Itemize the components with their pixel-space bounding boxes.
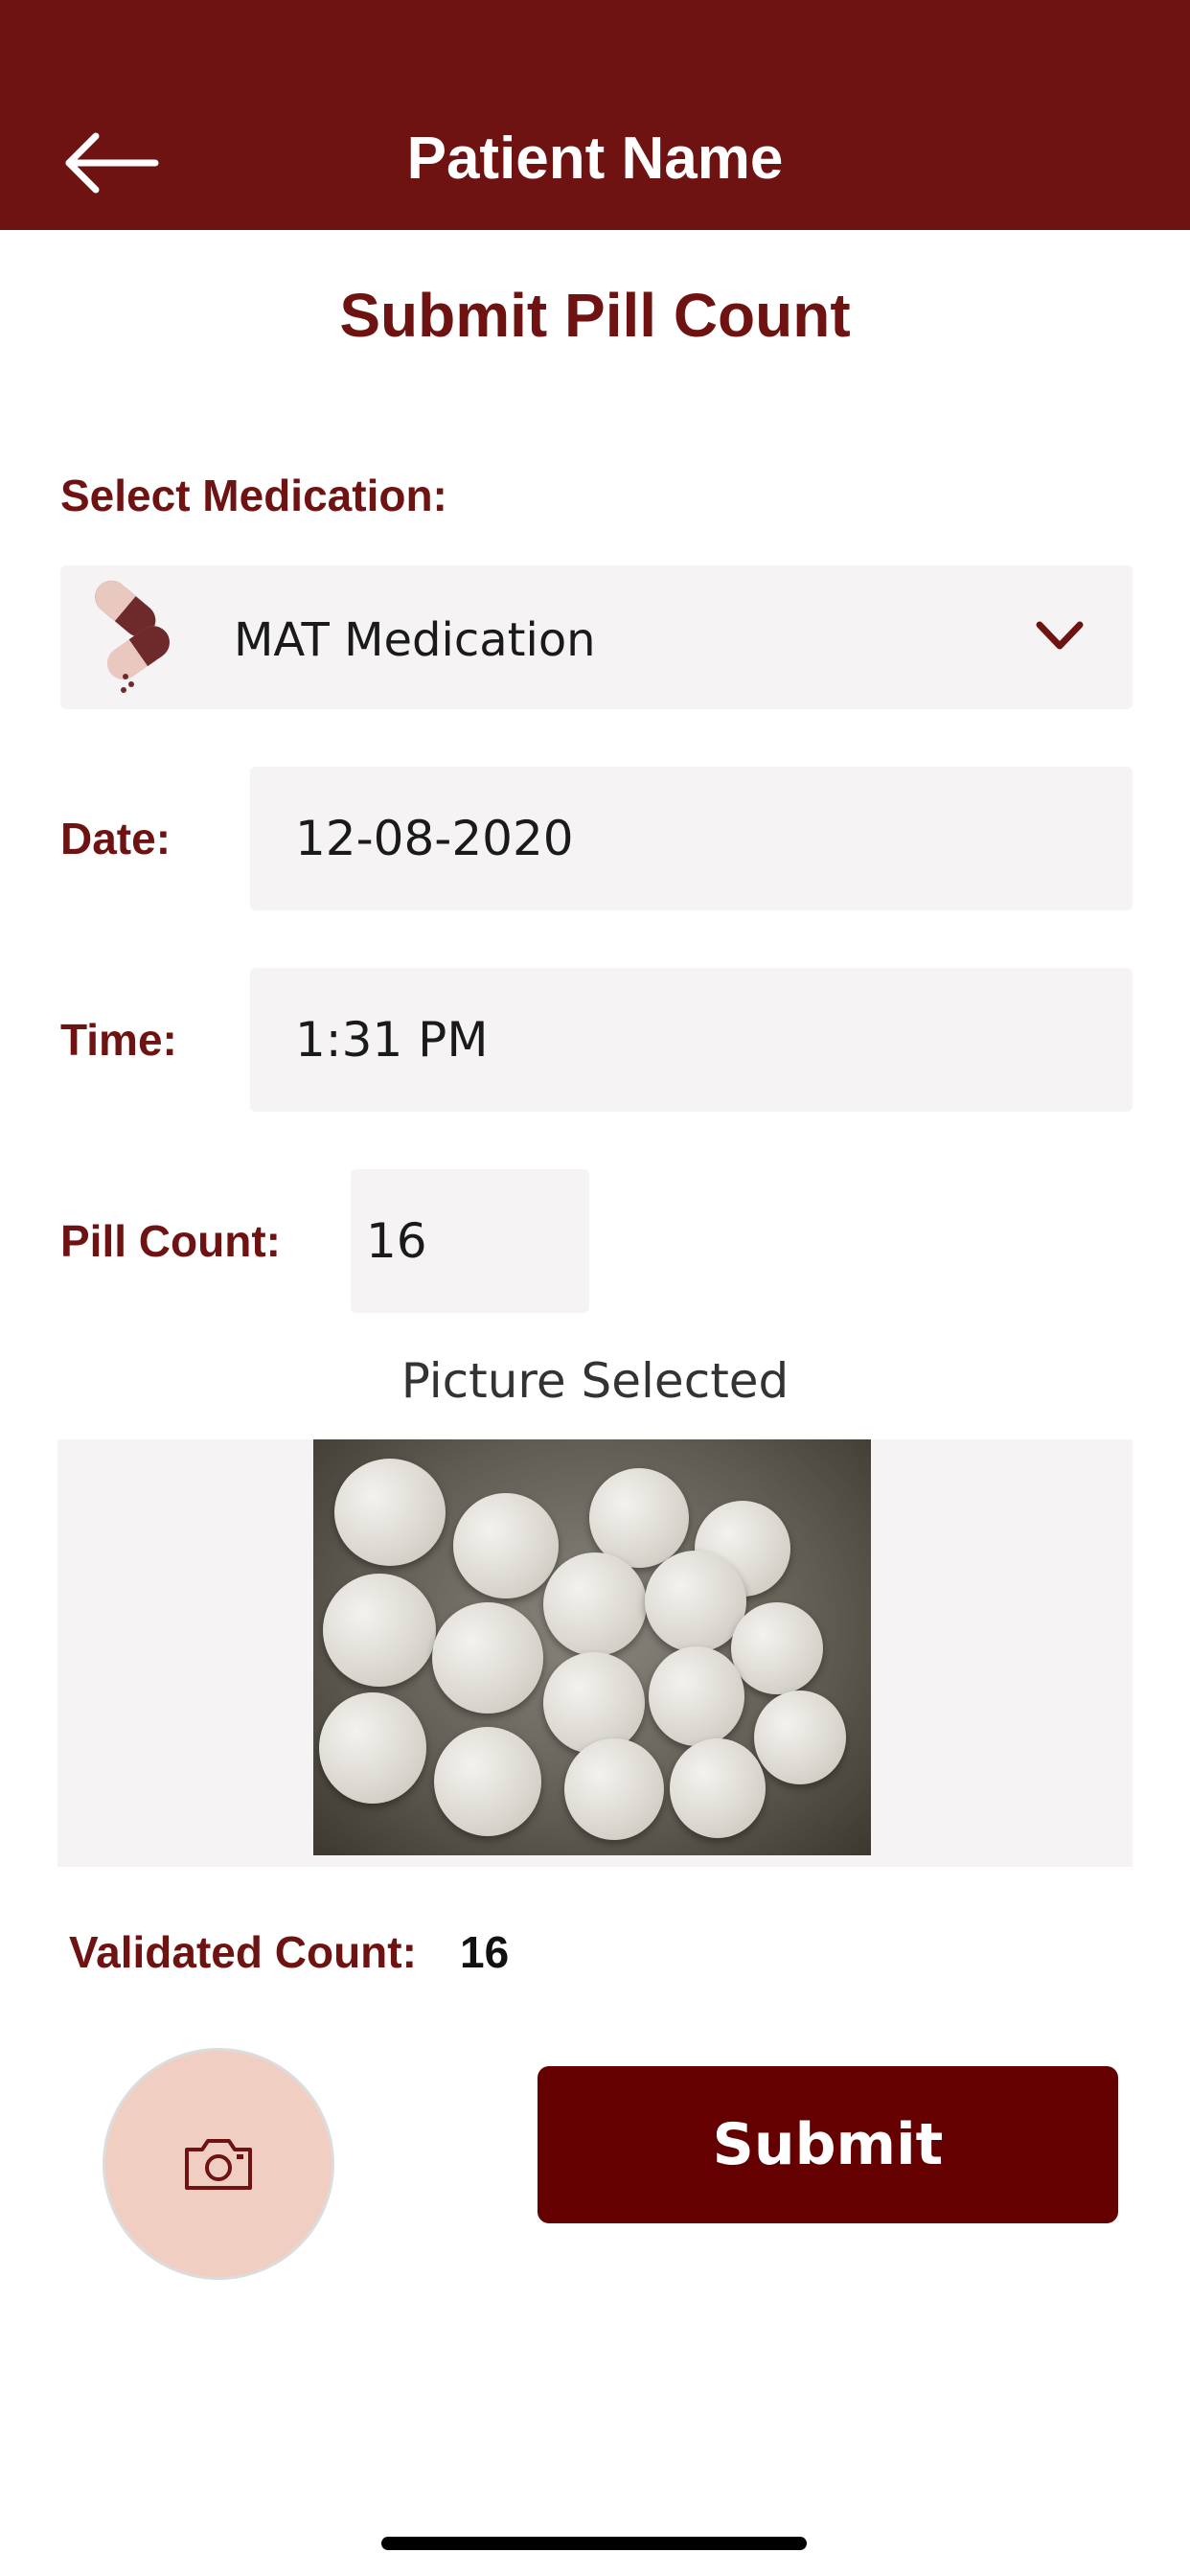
camera-button[interactable] xyxy=(103,2048,334,2280)
home-indicator xyxy=(381,2537,807,2550)
validated-count-label: Validated Count: xyxy=(69,1927,417,1977)
pill-count-label: Pill Count: xyxy=(60,1216,281,1266)
chevron-down-icon xyxy=(1036,621,1084,650)
app-header: Patient Name xyxy=(0,0,1190,230)
pill-count-input[interactable]: 16 xyxy=(351,1169,589,1313)
date-field[interactable]: 12-08-2020 xyxy=(250,767,1133,910)
validated-count-value: 16 xyxy=(460,1927,510,1977)
time-label: Time: xyxy=(60,1015,177,1065)
date-label: Date: xyxy=(60,814,172,863)
time-field[interactable]: 1:31 PM xyxy=(250,968,1133,1112)
camera-icon xyxy=(185,2139,252,2190)
picture-preview-frame xyxy=(57,1439,1133,1867)
medication-select[interactable]: MAT Medication xyxy=(60,565,1133,709)
picture-caption: Picture Selected xyxy=(400,1353,790,1409)
submit-button[interactable]: Submit xyxy=(538,2066,1118,2223)
screen: Patient Name Submit Pill Count Select Me… xyxy=(0,0,1190,2576)
selected-picture xyxy=(313,1439,871,1855)
page-title: Submit Pill Count xyxy=(339,281,851,350)
medication-label: Select Medication: xyxy=(60,471,447,520)
header-title: Patient Name xyxy=(406,126,784,192)
pills-icon xyxy=(95,580,170,693)
medication-value: MAT Medication xyxy=(234,613,596,667)
